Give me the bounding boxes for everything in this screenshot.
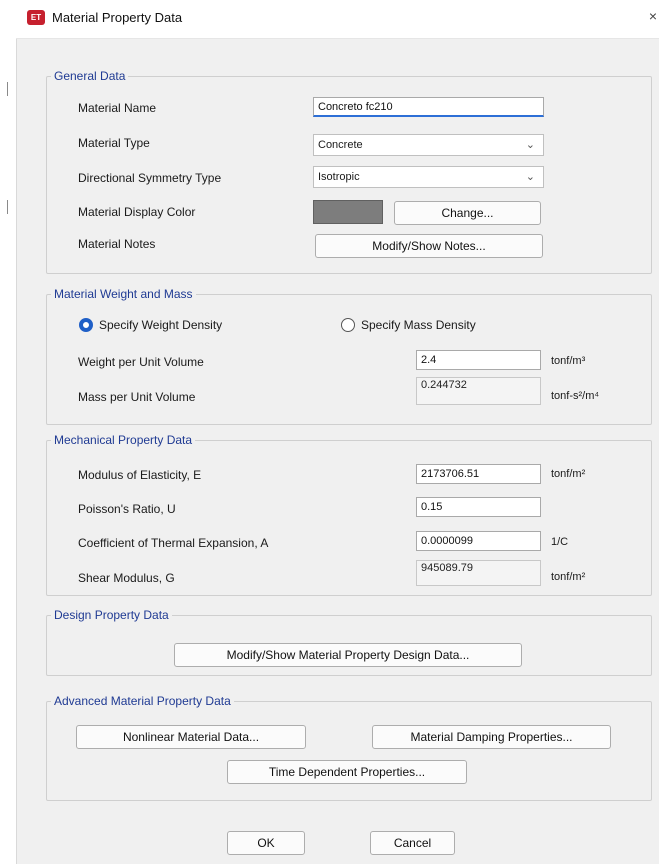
material-name-label: Material Name: [78, 101, 157, 115]
group-legend: Design Property Data: [51, 608, 172, 622]
group-legend: Mechanical Property Data: [51, 433, 196, 447]
ok-button[interactable]: OK: [227, 831, 305, 855]
edge-marker: [7, 82, 8, 96]
shear-modulus-label: Shear Modulus, G: [78, 571, 175, 585]
mass-per-volume-label: Mass per Unit Volume: [78, 390, 196, 404]
group-legend: Advanced Material Property Data: [51, 694, 234, 708]
modify-notes-button[interactable]: Modify/Show Notes...: [315, 234, 543, 258]
shear-unit: tonf/m²: [551, 571, 586, 583]
symmetry-type-label: Directional Symmetry Type: [78, 171, 222, 185]
title-bar[interactable]: ET Material Property Data ×: [16, 0, 659, 39]
group-legend: Material Weight and Mass: [51, 287, 196, 301]
symmetry-type-value: Isotropic: [318, 171, 360, 183]
cancel-button[interactable]: Cancel: [370, 831, 455, 855]
weight-unit: tonf/m³: [551, 355, 586, 367]
change-color-button[interactable]: Change...: [394, 201, 541, 225]
material-notes-label: Material Notes: [78, 237, 156, 251]
weight-per-volume-input[interactable]: 2.4: [416, 350, 541, 370]
thermal-expansion-label: Coefficient of Thermal Expansion, A: [78, 536, 269, 550]
display-color-label: Material Display Color: [78, 205, 196, 219]
shear-modulus-field: 945089.79: [416, 560, 541, 586]
thermal-unit: 1/C: [551, 536, 569, 548]
edge-marker: [7, 200, 8, 214]
mass-density-radio-label[interactable]: Specify Mass Density: [361, 318, 476, 332]
modulus-elasticity-input[interactable]: 2173706.51: [416, 464, 541, 484]
poisson-ratio-label: Poisson's Ratio, U: [78, 502, 176, 516]
material-type-select[interactable]: Concrete ⌄: [313, 134, 544, 156]
modulus-unit: tonf/m²: [551, 468, 586, 480]
damping-properties-button[interactable]: Material Damping Properties...: [372, 725, 611, 749]
close-icon[interactable]: ×: [649, 8, 657, 24]
poisson-ratio-input[interactable]: 0.15: [416, 497, 541, 517]
chevron-down-icon: ⌄: [525, 171, 535, 183]
time-dependent-button[interactable]: Time Dependent Properties...: [227, 760, 467, 784]
window-title: Material Property Data: [52, 10, 183, 25]
symmetry-type-select[interactable]: Isotropic ⌄: [313, 166, 544, 188]
group-legend: General Data: [51, 69, 129, 83]
nonlinear-material-button[interactable]: Nonlinear Material Data...: [76, 725, 306, 749]
material-type-value: Concrete: [318, 139, 363, 151]
material-type-label: Material Type: [78, 136, 150, 150]
modulus-elasticity-label: Modulus of Elasticity, E: [78, 468, 202, 482]
background-window-edge: [0, 0, 17, 864]
thermal-expansion-input[interactable]: 0.0000099: [416, 531, 541, 551]
advanced-property-group: Advanced Material Property Data: [46, 694, 652, 801]
chevron-down-icon: ⌄: [525, 139, 535, 151]
mass-per-volume-field: 0.244732: [416, 377, 541, 405]
weight-density-radio[interactable]: [79, 318, 93, 332]
material-name-input[interactable]: Concreto fc210: [313, 97, 544, 117]
color-swatch: [313, 200, 383, 224]
weight-density-radio-label[interactable]: Specify Weight Density: [99, 318, 222, 332]
etabs-app-icon: ET: [27, 10, 45, 25]
mass-unit: tonf-s²/m⁴: [551, 390, 600, 402]
modify-design-data-button[interactable]: Modify/Show Material Property Design Dat…: [174, 643, 522, 667]
weight-per-volume-label: Weight per Unit Volume: [78, 355, 204, 369]
mass-density-radio[interactable]: [341, 318, 355, 332]
